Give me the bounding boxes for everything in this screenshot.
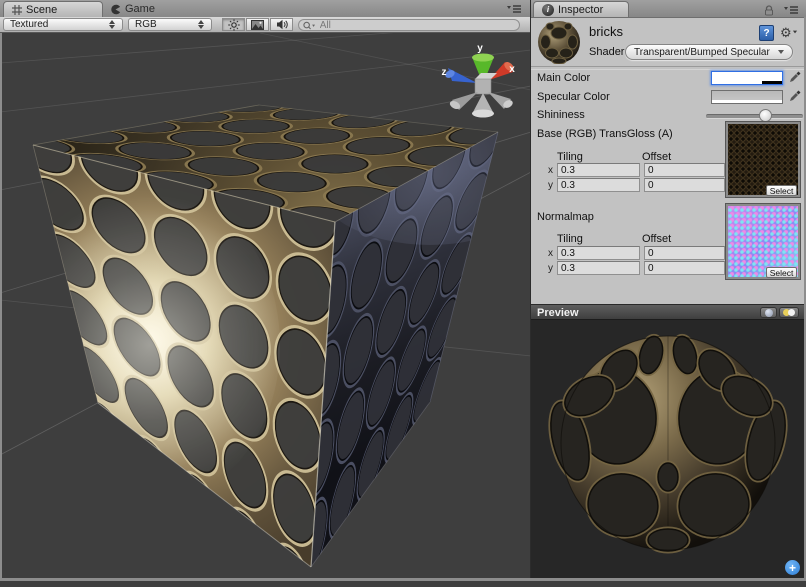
preview-header: Preview [531, 304, 806, 319]
normal-tiling-header: Tiling [557, 233, 583, 245]
image-icon [251, 20, 264, 30]
scene-viewport[interactable]: y x z [0, 33, 530, 581]
scene-pane-menu-icon[interactable] [506, 4, 522, 14]
base-offset-x-input[interactable] [644, 163, 725, 177]
draw-mode-dropdown[interactable]: Textured [3, 18, 123, 31]
base-offset-y-input[interactable] [644, 178, 725, 192]
scene-lighting-toggle[interactable] [222, 18, 245, 31]
base-tiling-y-input[interactable] [557, 178, 640, 192]
base-offset-header: Offset [642, 151, 671, 163]
speaker-icon [276, 19, 288, 30]
specular-color-swatch[interactable] [711, 90, 783, 104]
normal-x-label: x [548, 248, 553, 259]
search-icon[interactable] [303, 21, 316, 30]
preview-sphere-button[interactable] [760, 307, 777, 318]
base-tiling-header: Tiling [557, 151, 583, 163]
scene-audio-toggle[interactable] [270, 18, 293, 31]
normal-tiling-x-input[interactable] [557, 246, 640, 260]
tab-game[interactable]: Game [110, 1, 155, 17]
gear-icon[interactable]: ⚙ [780, 25, 800, 41]
updown-arrows-icon [198, 20, 205, 29]
base-tiling-x-input[interactable] [557, 163, 640, 177]
shininess-label: Shininess [537, 109, 585, 121]
tab-inspector-label: Inspector [558, 4, 603, 16]
shader-label: Shader [589, 46, 624, 58]
sphere-icon [765, 309, 773, 317]
main-color-label: Main Color [537, 72, 590, 84]
alpha-bar [712, 81, 782, 84]
alpha-bar [712, 100, 782, 103]
eyedropper-icon[interactable] [788, 89, 802, 103]
tab-inspector[interactable]: i Inspector [533, 1, 629, 17]
main-color-swatch[interactable] [711, 71, 783, 85]
scene-3d-canvas[interactable]: y x z [0, 33, 530, 581]
normal-offset-x-input[interactable] [644, 246, 725, 260]
scene-pane: Scene Game Textured RGB [0, 0, 530, 581]
svg-text:z: z [442, 67, 447, 78]
material-ball-icon [537, 20, 581, 64]
preview-add-button[interactable]: + [785, 560, 800, 575]
base-x-label: x [548, 165, 553, 176]
specular-color-label: Specular Color [537, 91, 610, 103]
svg-text:x: x [509, 64, 515, 75]
chevron-down-icon [778, 50, 784, 54]
normalmap-select-button[interactable]: Select [766, 267, 797, 278]
grid-icon [12, 5, 22, 15]
normalmap-label: Normalmap [537, 211, 594, 223]
shader-dropdown[interactable]: Transparent/Bumped Specular [625, 44, 793, 60]
inspector-tabbar: i Inspector [531, 0, 806, 18]
normal-offset-header: Offset [642, 233, 671, 245]
draw-mode-value: Textured [10, 19, 109, 30]
divider [531, 66, 806, 70]
scene-tabbar: Scene Game [0, 0, 530, 18]
inspector-pane: i Inspector bricks Shader Transp [531, 0, 806, 581]
help-icon[interactable]: ? [759, 25, 774, 41]
info-icon: i [542, 4, 554, 16]
eyedropper-icon[interactable] [788, 70, 802, 84]
shininess-slider-thumb[interactable] [759, 109, 772, 122]
sun-icon [228, 19, 240, 31]
base-y-label: y [548, 180, 553, 191]
preview-area[interactable]: + [531, 319, 806, 581]
svg-text:y: y [477, 43, 483, 54]
inspector-pane-menu-icon[interactable] [783, 5, 799, 15]
scene-gizmo: y x z [442, 43, 516, 118]
preview-title: Preview [537, 307, 579, 319]
scene-overlay-toggle[interactable] [246, 18, 269, 31]
normal-tiling-y-input[interactable] [557, 261, 640, 275]
scene-search [298, 19, 520, 31]
normal-offset-y-input[interactable] [644, 261, 725, 275]
white-light-icon [788, 309, 795, 316]
normal-y-label: y [548, 263, 553, 274]
preview-lighting-button[interactable] [779, 307, 799, 318]
tab-scene-label: Scene [26, 4, 57, 16]
base-select-button[interactable]: Select [766, 185, 797, 196]
shininess-slider-track[interactable] [706, 114, 803, 119]
window-edge-left [0, 33, 2, 581]
material-preview-canvas [531, 320, 806, 582]
updown-arrows-icon [109, 20, 116, 29]
scene-toolbar: Textured RGB [0, 17, 530, 33]
material-name: bricks [589, 24, 623, 39]
color-mode-dropdown[interactable]: RGB [128, 18, 212, 31]
base-map-label: Base (RGB) TransGloss (A) [537, 128, 673, 140]
tab-game-label: Game [125, 3, 155, 15]
tab-scene[interactable]: Scene [3, 1, 103, 17]
search-input[interactable] [318, 19, 515, 32]
color-mode-value: RGB [135, 19, 198, 30]
lock-icon[interactable] [763, 5, 775, 16]
shader-value: Transparent/Bumped Specular [634, 47, 778, 58]
game-icon [110, 4, 121, 15]
